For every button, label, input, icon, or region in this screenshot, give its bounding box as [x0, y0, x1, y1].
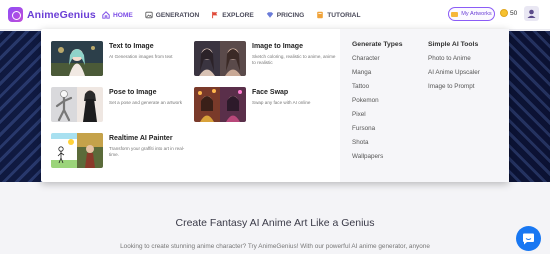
chat-icon [523, 233, 534, 244]
tool-title: Face Swap [252, 89, 289, 96]
nav-home[interactable]: HOME [102, 10, 133, 20]
generate-types-heading: Generate Types [352, 41, 403, 48]
credits-value: 50 [510, 9, 518, 17]
nav-pricing[interactable]: PRICING [266, 10, 304, 20]
page-subheadline: Looking to create stunning anime charact… [120, 243, 430, 250]
simple-tool-photo-to-anime[interactable]: Photo to Anime [428, 55, 471, 62]
realtime-ai-painter-thumbnail [51, 133, 103, 168]
folder-icon [451, 11, 459, 17]
type-link-pixel[interactable]: Pixel [352, 111, 366, 118]
coin-icon [500, 9, 508, 17]
tool-description: AI Generation images from text [109, 54, 173, 59]
type-link-pokemon[interactable]: Pokemon [352, 97, 379, 104]
brand-name: AnimeGenius [27, 8, 96, 21]
my-artworks-label: My Artworks [461, 11, 492, 17]
main-nav: HOME GENERATION EXPLORE PRICING TUTORIAL [102, 10, 372, 20]
nav-home-label: HOME [113, 11, 133, 19]
nav-generation[interactable]: GENERATION [145, 10, 199, 20]
top-navbar: AnimeGenius HOME GENERATION EXPLORE PRIC… [0, 0, 550, 30]
page-headline: Create Fantasy AI Anime Art Like a Geniu… [175, 217, 375, 229]
tool-title: Pose to Image [109, 89, 157, 96]
tool-title: Realtime AI Painter [109, 135, 173, 142]
simple-tool-anime-upscaler[interactable]: AI Anime Upscaler [428, 69, 480, 76]
tool-description: Transform your graffiti into art in real… [109, 146, 185, 157]
nav-explore[interactable]: EXPLORE [211, 10, 254, 20]
type-link-tattoo[interactable]: Tattoo [352, 83, 369, 90]
credits-counter[interactable]: 50 [500, 9, 517, 17]
nav-pricing-label: PRICING [276, 11, 305, 19]
nav-explore-label: EXPLORE [222, 11, 254, 19]
tool-pose-to-image[interactable]: Pose to Image Set a pose and generate an… [51, 87, 194, 122]
avatar-icon [527, 9, 536, 18]
text-to-image-thumbnail [51, 41, 103, 76]
tool-text-to-image[interactable]: Text to Image AI Generation images from … [51, 41, 194, 76]
home-icon [102, 11, 110, 19]
type-link-manga[interactable]: Manga [352, 69, 371, 76]
simple-tools-heading: Simple AI Tools [428, 41, 479, 48]
tool-title: Image to Image [252, 43, 303, 50]
generation-mega-menu: Text to Image AI Generation images from … [41, 29, 509, 182]
image-icon [145, 11, 153, 19]
tool-image-to-image[interactable]: Image to Image Sketch coloring, realisti… [194, 41, 337, 76]
nav-tutorial-label: TUTORIAL [327, 11, 361, 19]
brand-logo[interactable]: AnimeGenius [8, 7, 96, 22]
book-icon [317, 11, 324, 19]
chat-support-button[interactable] [516, 226, 541, 251]
nav-generation-label: GENERATION [155, 11, 200, 19]
type-link-shota[interactable]: Shota [352, 139, 368, 146]
face-swap-thumbnail [194, 87, 246, 122]
tool-description: Set a pose and generate an artwork [109, 100, 183, 105]
tool-face-swap[interactable]: Face Swap Swap any face with AI online [194, 87, 337, 122]
nav-tutorial[interactable]: TUTORIAL [316, 10, 360, 20]
tool-title: Text to Image [109, 43, 154, 50]
user-avatar[interactable] [524, 6, 539, 21]
my-artworks-button[interactable]: My Artworks [448, 7, 495, 21]
tool-description: Swap any face with AI online [252, 100, 311, 105]
pose-to-image-thumbnail [51, 87, 103, 122]
simple-tool-image-to-prompt[interactable]: Image to Prompt [428, 83, 475, 90]
type-link-wallpapers[interactable]: Wallpapers [352, 153, 383, 160]
image-to-image-thumbnail [194, 41, 246, 76]
flag-icon [212, 11, 218, 19]
diamond-icon [266, 12, 273, 18]
tool-realtime-ai-painter[interactable]: Realtime AI Painter Transform your graff… [51, 133, 194, 168]
type-link-fursona[interactable]: Fursona [352, 125, 375, 132]
logo-icon [8, 7, 23, 22]
type-link-character[interactable]: Character [352, 55, 380, 62]
tool-description: Sketch coloring, realistic to anime, ani… [252, 54, 336, 65]
